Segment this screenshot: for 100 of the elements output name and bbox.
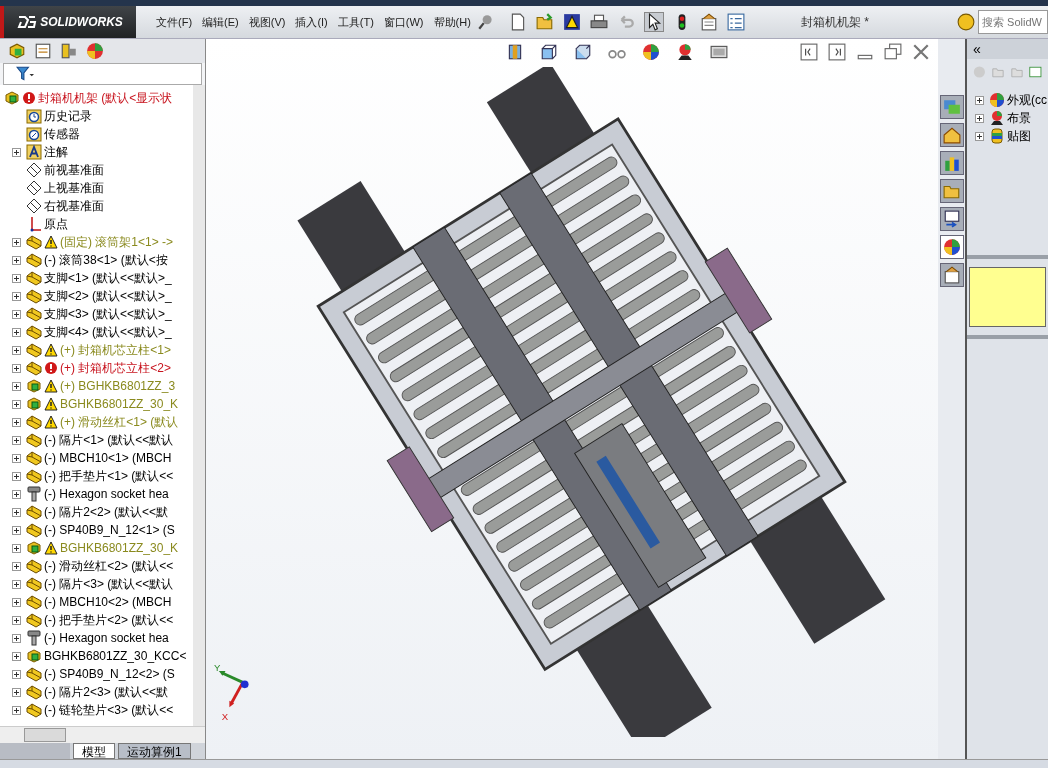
expand-button[interactable] [975,95,984,105]
horizontal-scrollbar[interactable] [0,726,205,743]
tree-item[interactable]: (-) 链轮垫片<3> (默认<< [44,701,174,719]
tree-item[interactable]: 布景 [1007,109,1031,127]
tree-item[interactable]: (-) 滚筒38<1> (默认<按 [44,251,168,269]
expand-button[interactable] [12,687,21,697]
tree-item[interactable]: BGHKB6801ZZ_30_KCC< [44,649,187,663]
tree-item[interactable]: (-) 隔片<3> (默认<<默认 [44,575,174,593]
menu-item[interactable]: 窗口(W) [383,14,424,30]
collapse-button[interactable]: « [967,41,987,57]
tree-item[interactable]: 原点 [44,215,68,233]
tree-item[interactable]: (-) SP40B9_N_12<1> (S [44,523,175,537]
tree-item[interactable]: 右视基准面 [44,197,104,215]
tree-item[interactable]: 历史记录 [44,107,92,125]
tree-item[interactable]: (-) 把手垫片<2> (默认<< [44,611,174,629]
help-icon[interactable] [957,13,975,31]
checklist-icon[interactable] [726,13,745,31]
expand-button[interactable] [12,435,21,445]
tree-item[interactable]: BGHKB6801ZZ_30_K [60,397,179,411]
tree-item[interactable]: (-) 隔片<1> (默认<<默认 [44,431,174,449]
tree-item[interactable]: 传感器 [44,125,80,143]
resources-tab-icon[interactable] [939,95,964,119]
tree-item[interactable]: (-) MBCH10<2> (MBCH [44,595,172,609]
expand-button[interactable] [12,309,21,319]
tree-item[interactable]: 外观(cc [1007,91,1047,109]
expand-button[interactable] [12,363,21,373]
expand-button[interactable] [12,597,21,607]
menu-item[interactable]: 插入(I) [295,14,328,30]
tree-item[interactable]: (-) 滑动丝杠<2> (默认<< [44,557,174,575]
tree-item[interactable]: 支脚<4> (默认<<默认>_ [44,323,172,341]
display-settings-icon[interactable] [710,43,728,61]
tree-item[interactable]: (+) 封箱机芯立柱<1> [60,341,172,359]
tree-item[interactable]: (-) Hexagon socket hea [44,631,169,645]
expand-button[interactable] [12,417,21,427]
feature-tree-tab-icon[interactable] [8,42,26,60]
save-warning-icon[interactable] [562,13,581,31]
home-tab-icon[interactable] [939,123,964,147]
tree-item[interactable]: 支脚<3> (默认<<默认>_ [44,305,172,323]
expand-button[interactable] [12,345,21,355]
expand-button[interactable] [12,705,21,715]
section-view-icon[interactable] [540,43,558,61]
expand-button[interactable] [12,147,21,157]
expand-button[interactable] [12,651,21,661]
expand-button[interactable] [12,633,21,643]
folder-tab-icon[interactable] [939,179,964,203]
tree-item[interactable]: 封箱机机架 (默认<显示状 [38,89,173,107]
options-icon[interactable] [699,13,718,31]
expand-button[interactable] [12,669,21,679]
model-tab[interactable]: 运动算例1 [118,743,191,759]
view-palette-tab-icon[interactable] [939,207,964,231]
tree-item[interactable]: (-) Hexagon socket hea [44,487,169,501]
menu-item[interactable]: 帮助(H) [433,14,471,30]
expand-button[interactable] [12,579,21,589]
open-folder-icon[interactable] [535,13,554,31]
property-tab-icon[interactable] [34,42,52,60]
tree-item[interactable]: 支脚<1> (默认<<默认>_ [44,269,172,287]
graphics-area[interactable]: Y X [206,39,938,759]
expand-button[interactable] [12,507,21,517]
expand-button[interactable] [12,273,21,283]
tree-item[interactable]: (-) 隔片2<3> (默认<<默 [44,683,169,701]
menu-item[interactable]: 编辑(E) [202,14,239,30]
tree-item[interactable]: (-) SP40B9_N_12<2> (S [44,667,175,681]
menu-item[interactable]: 视图(V) [248,14,286,30]
search-field[interactable]: 搜索 SolidW [978,10,1048,34]
expand-button[interactable] [12,489,21,499]
tree-item[interactable]: 前视基准面 [44,161,104,179]
cube-icon[interactable] [574,43,592,61]
restore-icon[interactable] [884,43,902,61]
tile-right-icon[interactable] [828,43,846,61]
scene-icon[interactable] [676,43,694,61]
print-icon[interactable] [589,13,608,31]
expand-button[interactable] [12,255,21,265]
tree-item[interactable]: 注解 [44,143,68,161]
tree-item[interactable]: (+) 封箱机芯立柱<2> [60,359,172,377]
config-tab-icon[interactable] [60,42,78,60]
expand-button[interactable] [12,543,21,553]
model-tab[interactable]: 模型 [73,743,115,759]
custom-properties-tab-icon[interactable] [939,263,964,287]
expand-button[interactable] [12,525,21,535]
expand-button[interactable] [12,561,21,571]
tree-item[interactable]: 贴图 [1007,127,1031,145]
tree-item[interactable]: BGHKB6801ZZ_30_K [60,541,179,555]
appearance-tab-icon[interactable] [939,235,964,259]
menu-item[interactable]: 工具(T) [337,14,374,30]
zoom-fit-icon[interactable] [506,43,524,61]
color-ball-icon[interactable] [642,43,660,61]
expand-button[interactable] [12,381,21,391]
expand-button[interactable] [975,131,984,141]
tree-item[interactable]: (-) MBCH10<1> (MBCH [44,451,172,465]
menu-item[interactable]: 文件(F) [156,14,193,30]
color-ball-icon[interactable] [86,42,104,60]
close-icon[interactable] [912,43,930,61]
library-tab-icon[interactable] [939,151,964,175]
expand-button[interactable] [12,399,21,409]
expand-button[interactable] [12,327,21,337]
expand-button[interactable] [12,237,21,247]
expand-button[interactable] [12,471,21,481]
tile-left-icon[interactable] [800,43,818,61]
tree-item[interactable]: (-) 隔片2<2> (默认<<默 [44,503,169,521]
tree-item[interactable]: 支脚<2> (默认<<默认>_ [44,287,172,305]
